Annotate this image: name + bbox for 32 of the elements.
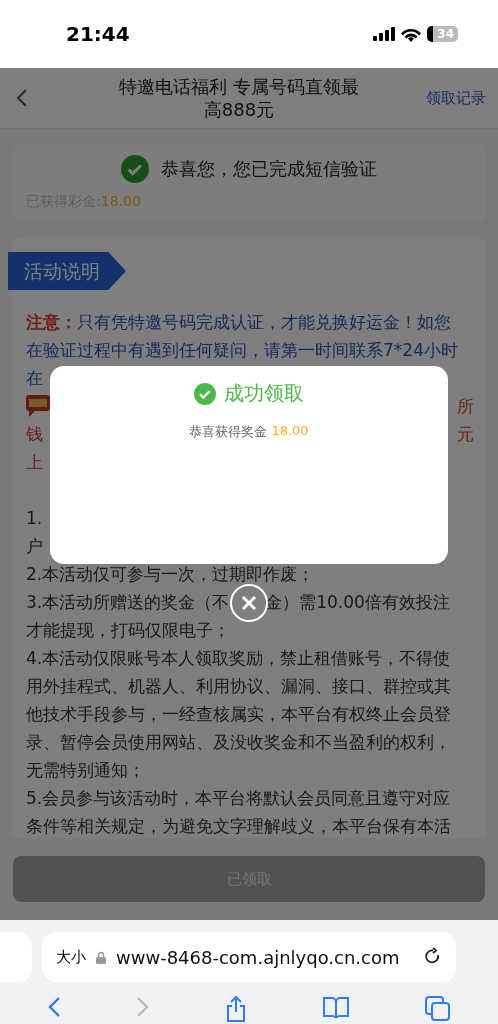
text-fragment: 元 xyxy=(457,422,474,446)
lock-icon xyxy=(96,950,106,964)
battery-level: 34 xyxy=(427,26,458,42)
text-fragment: 上 xyxy=(26,450,43,474)
rule-fragment: 3.本活动所赠送的奖金（不 xyxy=(26,590,230,614)
share-icon[interactable] xyxy=(225,996,247,1022)
check-icon xyxy=(194,382,216,405)
clock-time: 21:44 xyxy=(66,22,130,46)
badge-icon xyxy=(26,395,50,417)
rule-text: 才能提现，打码仅限电子； xyxy=(26,619,231,642)
verification-message: 恭喜您，您已完成短信验证 xyxy=(161,157,377,181)
rule-text: 4.本活动仅限账号本人领取奖励，禁止租借账号，不得使用外挂程式、机器人、利用协议、漏洞、接口、群控或其他技术手段参与，一经查核属实，本平台有权终止会员登录、暂停会员使用网站、及没收奖金和不当盈利的权利，无需特别通知； xyxy=(26,647,452,782)
text-size-button[interactable]: 大小 xyxy=(56,947,86,967)
check-icon xyxy=(121,155,149,183)
url-text: www-8468-com.ajnlyqo.cn.com xyxy=(116,946,401,968)
text-fragment: 钱 xyxy=(26,422,43,446)
earned-amount: 18.00 xyxy=(100,193,141,211)
back-icon xyxy=(16,88,28,108)
close-icon xyxy=(241,595,257,611)
bonus-amount: 18.00 xyxy=(271,423,309,440)
tabs-icon[interactable] xyxy=(424,996,451,1022)
rule-fragment: 1. xyxy=(26,508,43,528)
section-label: 活动说明 xyxy=(8,252,126,290)
page-title: 特邀电话福利 专属号码直领最高888元 xyxy=(118,75,360,121)
text-fragment: 所 xyxy=(457,394,474,418)
rule-text: 5.会员参与该活动时，本平台将默认会员同意且遵守对应条件等相关规定，为避免文字理解歧义，本平台保有本活 xyxy=(26,787,452,838)
address-bar[interactable]: 大小 www-8468-com.ajnlyqo.cn.com xyxy=(42,932,456,982)
rule-text: 2.本活动仅可参与一次，过期即作废； xyxy=(26,563,316,586)
wifi-icon xyxy=(401,26,422,42)
signal-icon xyxy=(373,27,396,41)
dialog-message: 恭喜获得奖金 xyxy=(189,423,268,441)
rule-fragment: 户 xyxy=(26,534,43,558)
